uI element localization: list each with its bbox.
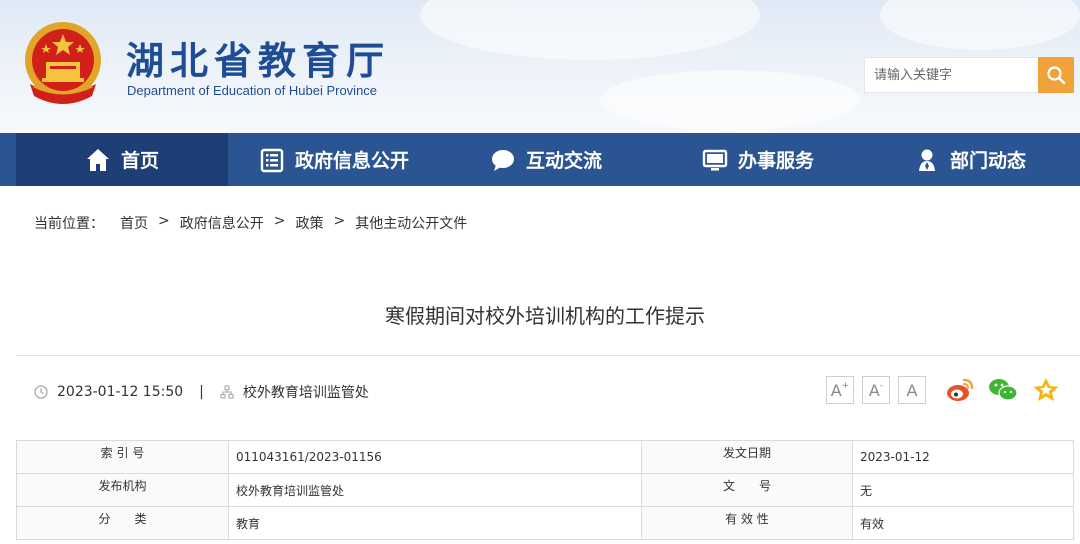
font-letter: A xyxy=(906,380,918,400)
nav-item-label: 部门动态 xyxy=(949,150,1026,172)
table-row: 索 引 号 011043161/2023-01156 发文日期 2023-01-… xyxy=(16,440,1074,474)
category-label: 分 类 xyxy=(16,506,229,540)
monitor-icon xyxy=(702,149,728,170)
cloud-decoration xyxy=(600,70,860,130)
cloud-decoration xyxy=(420,0,760,60)
nav-item-label: 首页 xyxy=(120,150,159,172)
favorite-star-icon[interactable] xyxy=(1031,376,1061,404)
cloud-decoration xyxy=(880,0,1080,50)
nav-item-label: 办事服务 xyxy=(737,150,814,172)
validity-value: 有效 xyxy=(852,506,1074,540)
index-number-value: 011043161/2023-01156 xyxy=(228,440,642,474)
font-size-controls: A + A- A xyxy=(826,376,926,404)
issue-date-label: 发文日期 xyxy=(641,440,853,474)
article-title: 寒假期间对校外培训机构的工作提示 xyxy=(385,304,705,328)
font-increase-button[interactable]: A + xyxy=(826,376,854,404)
search-button[interactable] xyxy=(1038,57,1074,93)
document-list-icon xyxy=(260,148,284,172)
validity-label: 有 效 性 xyxy=(641,506,853,540)
site-subtitle: Department of Education of Hubei Provinc… xyxy=(127,83,378,98)
breadcrumb-separator: > xyxy=(158,213,170,229)
publisher-label: 发布机构 xyxy=(16,473,229,507)
person-pin-icon xyxy=(918,149,935,171)
article-meta: 2023-01-12 15:50 | 校外教育培训监管处 xyxy=(34,382,369,402)
font-letter: A xyxy=(868,380,880,400)
breadcrumb-link-gov-info[interactable]: 政府信息公开 xyxy=(180,213,264,233)
nav-item-dept-news[interactable]: 部门动态 xyxy=(864,133,1076,186)
meta-divider: | xyxy=(199,384,204,400)
font-reset-button[interactable]: A xyxy=(898,376,926,404)
document-number-value: 无 xyxy=(852,473,1074,507)
category-value: 教育 xyxy=(228,506,642,540)
publisher-value: 校外教育培训监管处 xyxy=(228,473,642,507)
wechat-icon[interactable] xyxy=(988,376,1018,404)
breadcrumb: 当前位置： 首页 > 政府信息公开 > 政策 > 其他主动公开文件 xyxy=(34,213,467,233)
breadcrumb-label: 当前位置： xyxy=(34,216,104,232)
home-icon xyxy=(86,148,109,171)
site-header: 湖北省教育厅 Department of Education of Hubei … xyxy=(0,0,1080,133)
national-emblem-icon xyxy=(25,22,101,104)
title-divider xyxy=(16,355,1080,356)
weibo-icon[interactable] xyxy=(945,376,975,404)
breadcrumb-separator: > xyxy=(273,213,286,229)
breadcrumb-separator: > xyxy=(333,213,346,229)
main-nav: 首页 政府信息公开 互动交流 办事服务 部门动态 xyxy=(0,133,1080,186)
index-number-label: 索 引 号 xyxy=(16,440,229,474)
chat-bubble-icon xyxy=(491,149,514,171)
document-info-table: 索 引 号 011043161/2023-01156 发文日期 2023-01-… xyxy=(16,440,1074,540)
issue-date-value: 2023-01-12 xyxy=(852,440,1074,474)
search-box xyxy=(864,57,1074,93)
share-bar xyxy=(945,376,1061,404)
table-row: 发布机构 校外教育培训监管处 文 号 无 xyxy=(16,473,1074,507)
font-letter: A xyxy=(830,380,842,400)
font-plus: + xyxy=(841,381,850,391)
publish-datetime: 2023-01-12 15:50 xyxy=(57,384,184,400)
publishing-department: 校外教育培训监管处 xyxy=(242,385,369,401)
nav-item-label: 互动交流 xyxy=(525,150,602,172)
nav-item-gov-info[interactable]: 政府信息公开 xyxy=(228,133,440,186)
breadcrumb-link-other-files[interactable]: 其他主动公开文件 xyxy=(355,213,467,233)
document-number-label: 文 号 xyxy=(641,473,853,507)
nav-item-home[interactable]: 首页 xyxy=(16,133,228,186)
search-icon xyxy=(1047,66,1066,85)
breadcrumb-link-home[interactable]: 首页 xyxy=(120,213,148,233)
org-chart-icon xyxy=(220,385,234,399)
site-title: 湖北省教育厅 xyxy=(126,38,391,83)
search-input[interactable] xyxy=(865,58,1039,92)
font-minus: - xyxy=(879,381,884,391)
font-decrease-button[interactable]: A- xyxy=(862,376,890,404)
nav-item-label: 政府信息公开 xyxy=(294,150,409,172)
breadcrumb-link-policy[interactable]: 政策 xyxy=(295,213,323,233)
nav-item-interaction[interactable]: 互动交流 xyxy=(440,133,652,186)
nav-item-services[interactable]: 办事服务 xyxy=(652,133,864,186)
clock-icon xyxy=(34,385,48,399)
table-row: 分 类 教育 有 效 性 有效 xyxy=(16,506,1074,540)
